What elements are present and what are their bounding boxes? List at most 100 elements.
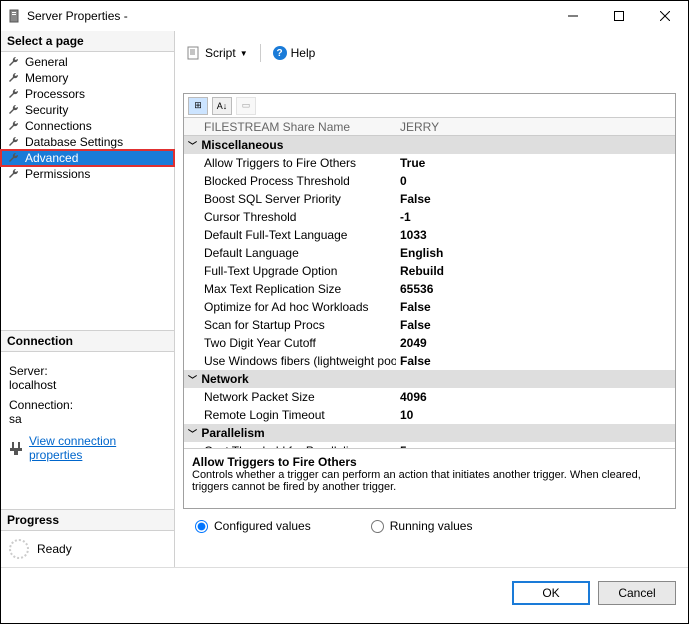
grid-row[interactable]: Full-Text Upgrade OptionRebuild bbox=[184, 262, 675, 280]
description-body: Controls whether a trigger can perform a… bbox=[192, 469, 667, 493]
grid-row[interactable]: Use Windows fibers (lightweight pooling)… bbox=[184, 352, 675, 370]
property-grid: ⊞ A↓ ▭ FILESTREAM Share NameJERRY﹀ Misce… bbox=[183, 93, 676, 509]
cancel-button[interactable]: Cancel bbox=[598, 581, 676, 605]
server-label: Server: bbox=[9, 364, 166, 378]
categorized-view-button[interactable]: ⊞ bbox=[188, 97, 208, 115]
progress-header: Progress bbox=[1, 509, 174, 531]
grid-toolbar: ⊞ A↓ ▭ bbox=[184, 94, 675, 118]
grid-cell-name: Optimize for Ad hoc Workloads bbox=[184, 300, 396, 314]
page-item-label: Security bbox=[25, 103, 68, 117]
view-connection-properties-link[interactable]: View connection properties bbox=[29, 434, 166, 462]
page-item-label: General bbox=[25, 55, 68, 69]
chevron-down-icon: ﹀ bbox=[188, 139, 198, 152]
grid-row[interactable]: Default LanguageEnglish bbox=[184, 244, 675, 262]
description-panel: Allow Triggers to Fire Others Controls w… bbox=[184, 448, 675, 508]
minimize-button[interactable] bbox=[550, 1, 596, 31]
page-item-label: Processors bbox=[25, 87, 85, 101]
grid-cell-name: Default Language bbox=[184, 246, 396, 260]
wrench-icon bbox=[7, 87, 21, 101]
progress-status: Ready bbox=[37, 542, 72, 556]
grid-cell-name: FILESTREAM Share Name bbox=[184, 120, 396, 134]
wrench-icon bbox=[7, 119, 21, 133]
grid-row[interactable]: Two Digit Year Cutoff2049 bbox=[184, 334, 675, 352]
grid-cell-value: 1033 bbox=[396, 228, 675, 242]
grid-cell-value: 10 bbox=[396, 408, 675, 422]
left-panel: Select a page General Memory Processors Sec… bbox=[1, 31, 175, 567]
page-item-database-settings[interactable]: Database Settings bbox=[1, 134, 174, 150]
page-item-connections[interactable]: Connections bbox=[1, 118, 174, 134]
grid-cell-name: Use Windows fibers (lightweight pooling) bbox=[184, 354, 396, 368]
grid-row[interactable]: Blocked Process Threshold0 bbox=[184, 172, 675, 190]
running-values-radio[interactable]: Running values bbox=[371, 519, 473, 533]
property-pages-button[interactable]: ▭ bbox=[236, 97, 256, 115]
grid-cell-value: 2049 bbox=[396, 336, 675, 350]
script-icon bbox=[187, 46, 201, 60]
grid-row[interactable]: Remote Login Timeout10 bbox=[184, 406, 675, 424]
wrench-icon bbox=[7, 151, 21, 165]
chevron-down-icon: ﹀ bbox=[188, 373, 198, 386]
page-item-general[interactable]: General bbox=[1, 54, 174, 70]
grid-row[interactable]: Scan for Startup ProcsFalse bbox=[184, 316, 675, 334]
page-item-label: Permissions bbox=[25, 167, 90, 181]
progress-spinner-icon bbox=[9, 539, 29, 559]
select-page-header: Select a page bbox=[1, 31, 174, 52]
grid-cell-value: 65536 bbox=[396, 282, 675, 296]
grid-cell-value: False bbox=[396, 354, 675, 368]
title-bar: Server Properties - bbox=[1, 1, 688, 31]
alphabetical-view-button[interactable]: A↓ bbox=[212, 97, 232, 115]
wrench-icon bbox=[7, 71, 21, 85]
grid-row[interactable]: Default Full-Text Language1033 bbox=[184, 226, 675, 244]
page-item-advanced[interactable]: Advanced bbox=[1, 150, 174, 166]
page-item-label: Memory bbox=[25, 71, 68, 85]
wrench-icon bbox=[7, 55, 21, 69]
connection-label: Connection: bbox=[9, 398, 166, 412]
help-button[interactable]: ? Help bbox=[269, 44, 320, 62]
value-mode-radios: Configured values Running values bbox=[183, 509, 676, 543]
close-button[interactable] bbox=[642, 1, 688, 31]
grid-cell-name: Cursor Threshold bbox=[184, 210, 396, 224]
grid-cell-value: False bbox=[396, 300, 675, 314]
grid-cell-value: False bbox=[396, 318, 675, 332]
connection-value: sa bbox=[9, 412, 166, 426]
grid-row[interactable]: Cost Threshold for Parallelism5 bbox=[184, 442, 675, 448]
page-item-processors[interactable]: Processors bbox=[1, 86, 174, 102]
ok-button[interactable]: OK bbox=[512, 581, 590, 605]
page-item-memory[interactable]: Memory bbox=[1, 70, 174, 86]
grid-cell-value: JERRY bbox=[396, 120, 675, 134]
grid-row[interactable]: FILESTREAM Share NameJERRY bbox=[184, 118, 675, 136]
connection-props-icon bbox=[9, 441, 23, 455]
grid-cell-name: Scan for Startup Procs bbox=[184, 318, 396, 332]
grid-row[interactable]: Optimize for Ad hoc WorkloadsFalse bbox=[184, 298, 675, 316]
connection-header: Connection bbox=[1, 330, 174, 352]
grid-row[interactable]: Cursor Threshold-1 bbox=[184, 208, 675, 226]
maximize-button[interactable] bbox=[596, 1, 642, 31]
chevron-down-icon: ﹀ bbox=[188, 427, 198, 440]
help-icon: ? bbox=[273, 46, 287, 60]
page-item-permissions[interactable]: Permissions bbox=[1, 166, 174, 182]
server-value: localhost bbox=[9, 378, 166, 392]
grid-body[interactable]: FILESTREAM Share NameJERRY﹀ Miscellaneou… bbox=[184, 118, 675, 448]
grid-cell-value: -1 bbox=[396, 210, 675, 224]
grid-cell-value: 0 bbox=[396, 174, 675, 188]
grid-row[interactable]: Max Text Replication Size65536 bbox=[184, 280, 675, 298]
grid-cell-value: English bbox=[396, 246, 675, 260]
grid-row[interactable]: Network Packet Size4096 bbox=[184, 388, 675, 406]
dialog-footer: OK Cancel bbox=[1, 567, 688, 617]
grid-cell-value: Rebuild bbox=[396, 264, 675, 278]
wrench-icon bbox=[7, 135, 21, 149]
grid-cell-name: Cost Threshold for Parallelism bbox=[184, 444, 396, 448]
grid-row[interactable]: Boost SQL Server PriorityFalse bbox=[184, 190, 675, 208]
grid-cell-name: Two Digit Year Cutoff bbox=[184, 336, 396, 350]
page-item-label: Connections bbox=[25, 119, 92, 133]
page-item-security[interactable]: Security bbox=[1, 102, 174, 118]
description-title: Allow Triggers to Fire Others bbox=[192, 455, 667, 469]
chevron-down-icon: ▼ bbox=[240, 49, 248, 58]
grid-group-header[interactable]: ﹀ Network bbox=[184, 370, 675, 388]
grid-group-header[interactable]: ﹀ Miscellaneous bbox=[184, 136, 675, 154]
grid-cell-name: Boost SQL Server Priority bbox=[184, 192, 396, 206]
configured-values-radio[interactable]: Configured values bbox=[195, 519, 311, 533]
grid-cell-value: 5 bbox=[396, 444, 675, 448]
script-button[interactable]: Script ▼ bbox=[183, 44, 252, 62]
grid-row[interactable]: Allow Triggers to Fire OthersTrue bbox=[184, 154, 675, 172]
grid-group-header[interactable]: ﹀ Parallelism bbox=[184, 424, 675, 442]
